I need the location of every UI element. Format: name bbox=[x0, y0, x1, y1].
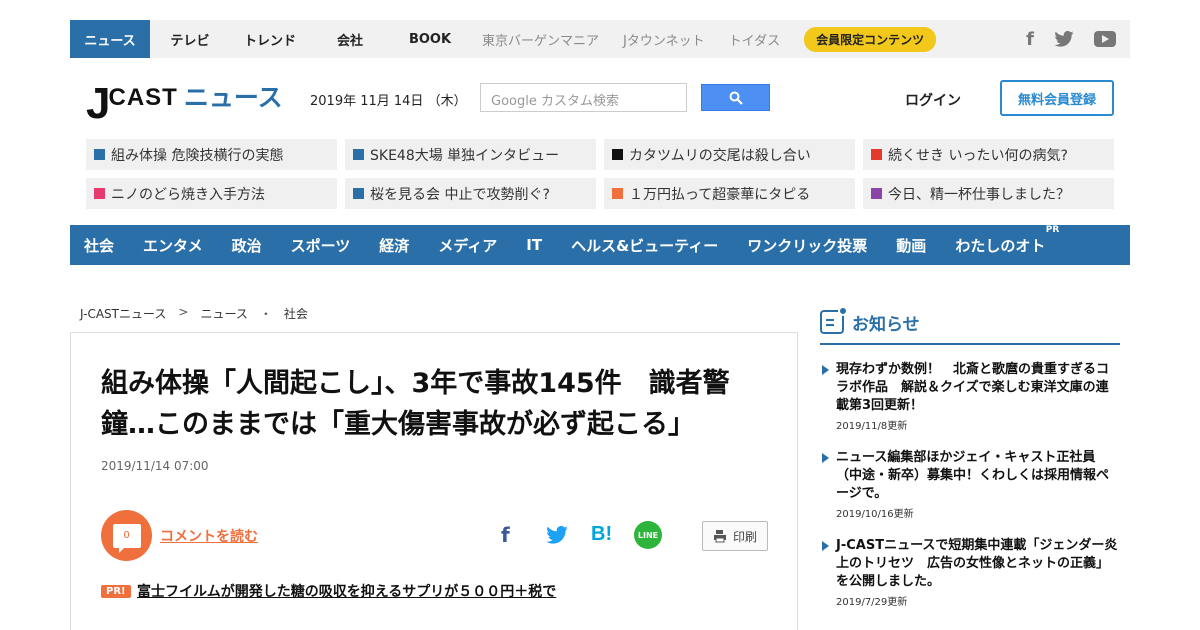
member-content-button[interactable]: 会員限定コンテンツ bbox=[804, 26, 937, 52]
trend-link[interactable]: SKE48大場 単独インタビュー bbox=[345, 139, 596, 170]
notice-item[interactable]: J-CASTニュースで短期集中連載「ジェンダー炎上のトリセツ 広告の女性像とネッ… bbox=[822, 537, 1120, 608]
line-share-icon[interactable]: LINE bbox=[634, 521, 662, 549]
breadcrumb-separator: > bbox=[178, 305, 189, 319]
category-it[interactable]: IT bbox=[526, 236, 542, 254]
trend-label: 桜を見る会 中止で攻勢削ぐ? bbox=[370, 186, 550, 203]
notice-title: お知らせ bbox=[852, 315, 920, 335]
top-nav-tab-company[interactable]: 会社 bbox=[310, 20, 390, 58]
notice-header: お知らせ bbox=[820, 306, 1120, 345]
bullet-icon bbox=[871, 188, 882, 199]
category-video[interactable]: 動画 bbox=[896, 235, 926, 256]
trend-link[interactable]: １万円払って超豪華にタピる bbox=[604, 178, 855, 209]
print-label: 印刷 bbox=[732, 529, 757, 544]
logo-j: J bbox=[86, 79, 111, 128]
trend-link[interactable]: 桜を見る会 中止で攻勢削ぐ? bbox=[345, 178, 596, 209]
pr-label: PR bbox=[1045, 224, 1060, 235]
notice-item-date: 2019/11/8更新 bbox=[836, 421, 908, 432]
trend-label: 今日、精一杯仕事しました？ bbox=[888, 186, 1070, 203]
top-nav-tab-tv[interactable]: テレビ bbox=[150, 20, 230, 58]
bullet-icon bbox=[94, 149, 105, 160]
bullet-icon bbox=[94, 188, 105, 199]
trend-link[interactable]: 今日、精一杯仕事しました？ bbox=[863, 178, 1114, 209]
arrow-icon bbox=[822, 541, 829, 551]
top-nav-tab-book[interactable]: BOOK bbox=[390, 20, 470, 58]
pr-badge: PR! bbox=[101, 585, 131, 598]
breadcrumb-news[interactable]: ニュース bbox=[200, 305, 247, 322]
comment-count: 0 bbox=[112, 523, 141, 553]
search-input[interactable]: Google カスタム検索 bbox=[480, 83, 687, 112]
top-nav: ニュース テレビ トレンド 会社 BOOK 東京バーゲンマニア Jタウンネット … bbox=[70, 20, 1130, 58]
notice-item[interactable]: 現存わずか数例！ 北斎と歌麿の貴重すぎるコラボ作品 解説＆クイズで楽しむ東洋文庫… bbox=[822, 361, 1120, 432]
social-links: f bbox=[1026, 29, 1130, 50]
top-nav-tab-news[interactable]: ニュース bbox=[70, 20, 150, 58]
register-button[interactable]: 無料会員登録 bbox=[1000, 80, 1114, 116]
hatena-share-icon[interactable]: B! bbox=[591, 523, 612, 546]
category-one-click-vote[interactable]: ワンクリック投票 bbox=[747, 235, 867, 256]
printer-icon bbox=[713, 530, 726, 543]
trend-label: 続くせき いったい何の病気? bbox=[888, 147, 1068, 164]
article-date: 2019/11/14 07:00 bbox=[101, 459, 209, 473]
trend-label: SKE48大場 単独インタビュー bbox=[370, 147, 560, 164]
pr-link[interactable]: 富士フイルムが開発した糖の吸収を抑えるサプリが５００円＋税で bbox=[137, 581, 556, 601]
arrow-icon bbox=[822, 453, 829, 463]
facebook-icon[interactable]: f bbox=[1026, 29, 1034, 50]
current-date: 2019年 11月 14日 （木） bbox=[310, 94, 467, 109]
trend-link[interactable]: カタツムリの交尾は殺し合い bbox=[604, 139, 855, 170]
twitter-icon[interactable] bbox=[1054, 31, 1074, 47]
logo-cast: CAST bbox=[108, 84, 178, 111]
login-link[interactable]: ログイン bbox=[905, 90, 961, 110]
read-comments-link[interactable]: コメントを読む bbox=[160, 526, 258, 546]
notice-item-text: ニュース編集部ほかジェイ・キャスト正社員（中途・新卒）募集中！くわしくは採用情報… bbox=[836, 450, 1110, 501]
comment-button[interactable]: 0 bbox=[101, 510, 152, 561]
bullet-icon bbox=[353, 149, 364, 160]
top-nav-tab-toidas[interactable]: トイダス bbox=[717, 20, 792, 58]
notice-item-text: J-CASTニュースで短期集中連載「ジェンダー炎上のトリセツ 広告の女性像とネッ… bbox=[836, 538, 1118, 589]
breadcrumb-separator: ・ bbox=[259, 307, 272, 321]
notice-item-text: 現存わずか数例！ 北斎と歌麿の貴重すぎるコラボ作品 解説＆クイズで楽しむ東洋文庫… bbox=[836, 362, 1110, 413]
twitter-share-icon[interactable] bbox=[546, 526, 568, 544]
bullet-icon bbox=[612, 188, 623, 199]
article-card: 組み体操「人間起こし」、3年で事故145件 識者警鐘…このままでは「重大傷害事故… bbox=[70, 332, 798, 630]
trend-label: １万円払って超豪華にタピる bbox=[629, 186, 811, 203]
bullet-icon bbox=[353, 188, 364, 199]
search-icon bbox=[729, 91, 743, 105]
article-title: 組み体操「人間起こし」、3年で事故145件 識者警鐘…このままでは「重大傷害事故… bbox=[101, 368, 730, 440]
notice-item[interactable]: ニュース編集部ほかジェイ・キャスト正社員（中途・新卒）募集中！くわしくは採用情報… bbox=[822, 449, 1120, 520]
category-watashi-no-oto[interactable]: わたしのオト PR bbox=[955, 225, 1059, 256]
trend-label: ニノのどら焼き入手方法 bbox=[111, 186, 265, 203]
category-politics[interactable]: 政治 bbox=[232, 235, 262, 256]
category-sports[interactable]: スポーツ bbox=[291, 235, 351, 256]
top-nav-tab-trend[interactable]: トレンド bbox=[230, 20, 310, 58]
facebook-share-icon[interactable]: f bbox=[501, 523, 510, 547]
youtube-icon[interactable] bbox=[1094, 31, 1116, 47]
notice-item-date: 2019/7/29更新 bbox=[836, 597, 908, 608]
category-society[interactable]: 社会 bbox=[84, 235, 114, 256]
category-label: わたしのオト bbox=[955, 236, 1046, 255]
trend-link[interactable]: ニノのどら焼き入手方法 bbox=[86, 178, 337, 209]
search-button[interactable] bbox=[701, 84, 770, 111]
breadcrumb-home[interactable]: J-CASTニュース bbox=[80, 305, 166, 322]
category-economy[interactable]: 経済 bbox=[379, 235, 409, 256]
top-nav-tab-bargain[interactable]: 東京バーゲンマニア bbox=[470, 20, 611, 58]
notice-item-date: 2019/10/16更新 bbox=[836, 509, 914, 520]
notice-icon bbox=[820, 306, 848, 334]
category-nav: 社会 エンタメ 政治 スポーツ 経済 メディア IT ヘルス&ビューティー ワン… bbox=[70, 225, 1130, 265]
trend-link[interactable]: 続くせき いったい何の病気? bbox=[863, 139, 1114, 170]
top-nav-tab-jtown[interactable]: Jタウンネット bbox=[611, 20, 717, 58]
breadcrumb-society[interactable]: 社会 bbox=[284, 305, 308, 322]
bullet-icon bbox=[612, 149, 623, 160]
trend-label: 組み体操 危険技横行の実態 bbox=[111, 147, 284, 164]
category-media[interactable]: メディア bbox=[438, 235, 497, 256]
logo-news: ニュース bbox=[183, 83, 283, 112]
trend-link[interactable]: 組み体操 危険技横行の実態 bbox=[86, 139, 337, 170]
trend-label: カタツムリの交尾は殺し合い bbox=[629, 147, 811, 164]
site-logo[interactable]: J CAST ニュース bbox=[86, 78, 283, 128]
print-button[interactable]: 印刷 bbox=[702, 521, 768, 551]
bullet-icon bbox=[871, 149, 882, 160]
arrow-icon bbox=[822, 365, 829, 375]
category-entertainment[interactable]: エンタメ bbox=[143, 235, 203, 256]
breadcrumb: J-CASTニュース > ニュース ・ 社会 bbox=[80, 305, 308, 322]
category-health-beauty[interactable]: ヘルス&ビューティー bbox=[571, 235, 718, 256]
